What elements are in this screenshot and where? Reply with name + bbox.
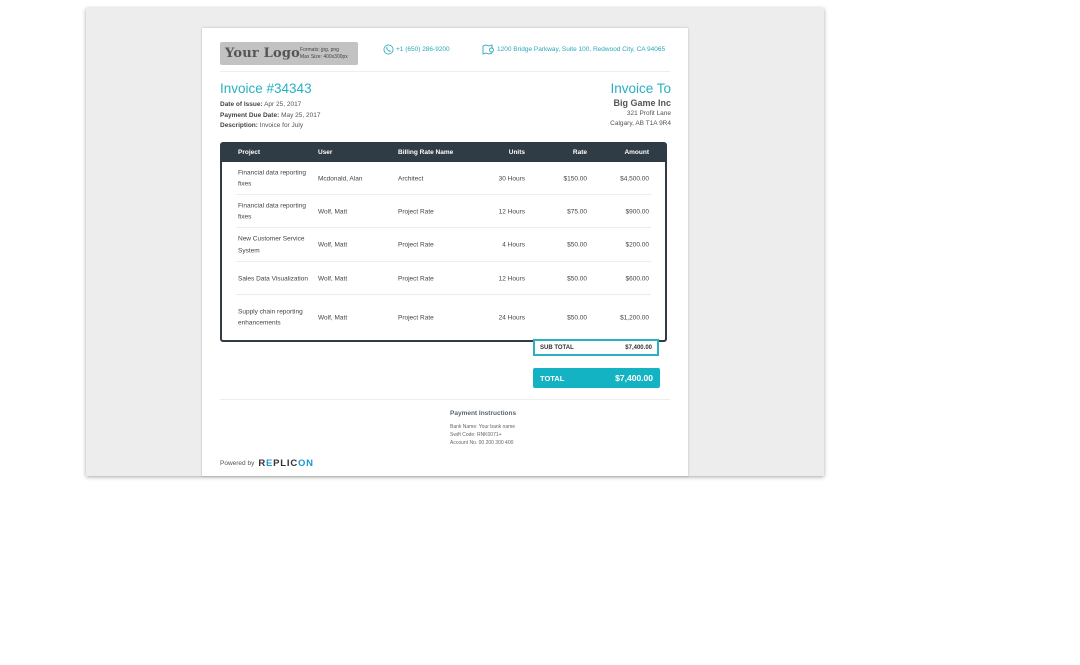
header-address: 1200 Bridge Parkway, Suite 100, Redwood … — [482, 44, 665, 55]
cell-project: Supply chain reporting enhancements — [238, 308, 303, 327]
date-value: Apr 25, 2017 — [264, 101, 302, 108]
cell-user: Wolf, Matt — [318, 313, 348, 321]
date-label: Date of Issue: — [220, 101, 263, 108]
invoice-details: Date of Issue: Apr 25, 2017 Payment Due … — [220, 100, 320, 132]
header-rate: Rate — [572, 149, 587, 156]
cell-units: 30 Hours — [498, 174, 525, 182]
cell-units: 12 Hours — [498, 274, 525, 282]
table-row: Financial data reporting fixes Wolf, Mat… — [222, 195, 665, 228]
payment-due-date: Payment Due Date: May 25, 2017 — [220, 111, 320, 122]
cell-amount: $600.00 — [625, 274, 650, 282]
total-box: TOTAL $7,400.00 — [533, 368, 660, 388]
cell-billing: Architect — [398, 174, 424, 182]
brand-part: R — [258, 458, 266, 469]
cell-rate: $50.00 — [567, 313, 587, 321]
total-label: TOTAL — [540, 374, 565, 383]
address-line-2: Calgary, AB T1A 9R4 — [610, 120, 671, 127]
header-project: Project — [238, 149, 261, 156]
header-billing-rate: Billing Rate Name — [398, 149, 454, 156]
cell-billing: Project Rate — [398, 207, 434, 215]
swift-code: Swift Code: RNK0071+ — [450, 432, 502, 438]
table-row: Sales Data Visualization Wolf, Matt Proj… — [222, 262, 665, 295]
powered-by: Powered by REPLICON — [220, 458, 314, 469]
total-value: $7,400.00 — [615, 373, 653, 383]
cell-units: 24 Hours — [498, 313, 525, 321]
cell-project: Financial data reporting fixes — [238, 169, 306, 188]
invoice-to-company: Big Game Inc — [613, 98, 671, 108]
desc-value: Invoice for July — [259, 122, 304, 129]
header-user: User — [318, 149, 333, 156]
cell-project: New Customer Service System — [238, 235, 305, 255]
invoice-to-title: Invoice To — [610, 81, 671, 96]
powered-by-label: Powered by — [220, 460, 255, 467]
account-number: Account No. 00 200 300 400 — [450, 440, 514, 446]
payment-instructions-title: Payment Instructions — [450, 410, 517, 417]
phone-icon — [383, 44, 394, 55]
cell-billing: Project Rate — [398, 274, 434, 282]
subtotal-label: SUB TOTAL — [540, 345, 574, 351]
header-phone: +1 (650) 286-9200 — [383, 44, 450, 55]
invoice-sheet: Your Logo Formats: jpg, png Max Size: 40… — [202, 28, 688, 476]
cell-user: Wolf, Matt — [318, 241, 348, 249]
line-items-table: Project User Billing Rate Name Units Rat… — [220, 142, 667, 342]
cell-units: 4 Hours — [502, 241, 525, 249]
logo-max-size: Max Size: 400x300px — [300, 54, 348, 60]
cell-user: Wolf, Matt — [318, 207, 348, 215]
footer-divider — [220, 399, 670, 400]
brand-part: PLIC — [273, 458, 298, 469]
header-amount: Amount — [624, 149, 649, 156]
cell-billing: Project Rate — [398, 241, 434, 249]
header-divider — [220, 71, 670, 72]
cell-project: Financial data reporting fixes — [238, 202, 306, 221]
logo-text: Your Logo — [225, 46, 301, 61]
invoice-title: Invoice #34343 — [220, 81, 312, 96]
cell-amount: $900.00 — [625, 207, 650, 215]
description: Description: Invoice for July — [220, 121, 320, 132]
replicon-logo[interactable]: REPLICON — [258, 458, 314, 469]
address-text: 1200 Bridge Parkway, Suite 100, Redwood … — [497, 46, 666, 53]
cell-user: Wolf, Matt — [318, 274, 348, 282]
cell-rate: $150.00 — [563, 174, 588, 182]
cell-amount: $1,200.00 — [620, 313, 649, 321]
logo-placeholder[interactable]: Your Logo Formats: jpg, png Max Size: 40… — [220, 42, 358, 65]
table-row: New Customer Service System Wolf, Matt P… — [222, 228, 665, 262]
header-units: Units — [508, 149, 525, 156]
table-row: Financial data reporting fixes Mcdonald,… — [222, 162, 665, 195]
bank-name: Bank Name: Your bank name — [450, 424, 516, 430]
subtotal-value: $7,400.00 — [625, 345, 652, 351]
cell-rate: $50.00 — [567, 274, 587, 282]
table-header: Project User Billing Rate Name Units Rat… — [222, 144, 665, 162]
cell-rate: $50.00 — [567, 241, 587, 249]
cell-billing: Project Rate — [398, 313, 434, 321]
date-of-issue: Date of Issue: Apr 25, 2017 — [220, 100, 320, 111]
cell-units: 12 Hours — [498, 207, 525, 215]
address-line-1: 321 Profit Lane — [626, 110, 671, 117]
desc-label: Description: — [220, 122, 258, 129]
brand-accent: ON — [297, 458, 314, 469]
due-value: May 25, 2017 — [281, 111, 321, 119]
logo-formats: Formats: jpg, png — [300, 47, 339, 53]
due-label: Payment Due Date: — [220, 111, 280, 119]
cell-user: Mcdonald, Alan — [318, 174, 363, 182]
table-row: Supply chain reporting enhancements Wolf… — [222, 295, 665, 340]
logo-meta: Formats: jpg, png Max Size: 400x300px — [300, 47, 348, 61]
subtotal-box: SUB TOTAL $7,400.00 — [533, 339, 659, 356]
invoice-to-address: 321 Profit Lane Calgary, AB T1A 9R4 — [610, 109, 671, 129]
map-pin-icon — [482, 44, 494, 55]
payment-instructions: Bank Name: Your bank name Swift Code: RN… — [450, 423, 515, 447]
phone-text: +1 (650) 286-9200 — [396, 46, 450, 53]
cell-amount: $200.00 — [625, 241, 650, 249]
cell-rate: $75.00 — [567, 207, 587, 215]
cell-project: Sales Data Visualization — [238, 274, 308, 282]
cell-amount: $4,500.00 — [620, 174, 649, 182]
